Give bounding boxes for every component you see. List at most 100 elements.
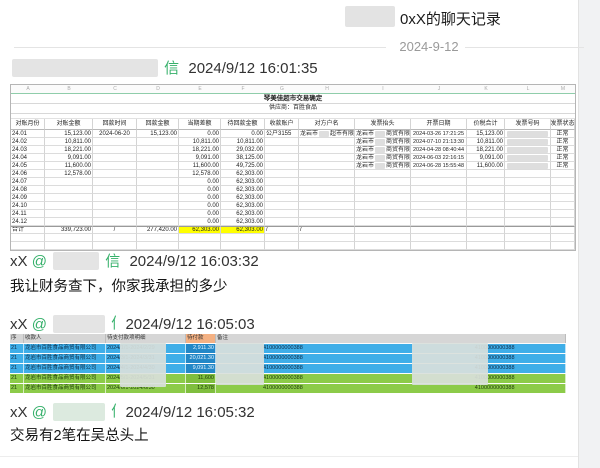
table-cell: 0.00 xyxy=(179,186,221,194)
table-cell xyxy=(299,210,355,218)
table-cell: 正常 xyxy=(551,138,575,146)
spreadsheet-screenshot-2[interactable]: 序收款人待支付款项明细待付款备注 21龙岩市百胜食品商贸有限公司2024/1/1… xyxy=(10,334,566,393)
table-cell xyxy=(411,234,467,242)
table-cell xyxy=(551,210,575,218)
redacted-sender-name xyxy=(12,59,158,77)
table-cell xyxy=(265,234,299,242)
table-cell xyxy=(505,138,551,146)
table-header-row: 序收款人待支付款项明细待付款备注 xyxy=(10,334,566,343)
message-text: 我让财务查下，你家我承担的多少 xyxy=(10,275,228,296)
table-cell: 21 xyxy=(10,354,24,363)
table-cell xyxy=(355,234,411,242)
table-cell xyxy=(299,154,355,162)
column-header: 当期差额 xyxy=(179,119,221,130)
sender-name-suffix: 信 xyxy=(105,253,120,270)
table-cell: 18,221.00 xyxy=(467,146,505,154)
table-cell xyxy=(467,210,505,218)
table-cell: 0.00 xyxy=(179,218,221,226)
table-cell xyxy=(299,178,355,186)
message-header-4: xX @ 信 2024/9/12 16:05:32 xyxy=(10,400,255,421)
column-letter: G xyxy=(265,85,299,93)
table-cell xyxy=(299,234,355,242)
message-header-3: xX @ 信 2024/9/12 16:05:03 xyxy=(10,312,255,333)
empty-row xyxy=(11,234,575,242)
table-cell xyxy=(505,170,551,178)
table-cell xyxy=(45,210,93,218)
table-cell: 24.05 xyxy=(11,162,45,170)
table-cell xyxy=(467,178,505,186)
table-row: 24.120.0062,303.00 xyxy=(11,218,575,226)
redacted-sender-name xyxy=(53,315,105,333)
table-cell xyxy=(467,202,505,210)
table-row: 24.100.0062,303.00 xyxy=(11,202,575,210)
table-cell xyxy=(411,170,467,178)
table-cell xyxy=(299,162,355,170)
table-cell: 2024-03-26 17:21:25 xyxy=(411,130,467,138)
spreadsheet-screenshot-1[interactable]: ABCDEFGHIJKLM 琴美佳超市交易确定 供应商：百胜食品 对账月份对账金… xyxy=(10,84,576,251)
table-cell xyxy=(467,242,505,250)
sender-name-suffix: 信 xyxy=(164,60,179,77)
table-cell: 49,725.00 xyxy=(221,162,265,170)
table-cell xyxy=(45,218,93,226)
table-cell: 龙岩市百胜食品商贸有限公司 xyxy=(24,384,106,393)
column-header: 备注 xyxy=(216,334,566,343)
table-cell: 龙岩市商贸有限公司 xyxy=(355,154,411,162)
column-letter: E xyxy=(179,85,221,93)
table-cell xyxy=(137,194,179,202)
table-cell xyxy=(265,154,299,162)
table-cell xyxy=(551,218,575,226)
date-divider-line-right xyxy=(462,47,584,48)
column-header: 对账月份 xyxy=(11,119,45,130)
column-header: 对方户名 xyxy=(299,119,355,130)
table-cell: 龙岩市商贸有限公司 xyxy=(355,162,411,170)
scrollbar-track[interactable] xyxy=(578,0,600,468)
table-cell: 龙岩市商贸有限公司 xyxy=(355,138,411,146)
table-cell xyxy=(411,210,467,218)
table-cell xyxy=(45,194,93,202)
table-cell xyxy=(299,146,355,154)
table-cell xyxy=(505,162,551,170)
table-cell xyxy=(299,186,355,194)
table-row: 24.0115,123.002024-06-2015,123.000.000.0… xyxy=(11,130,575,138)
message-header-2: xX @ 信 2024/9/12 16:03:32 xyxy=(10,250,259,271)
table-cell xyxy=(221,242,265,250)
table-cell: 12,578.00 xyxy=(45,170,93,178)
table-cell xyxy=(355,170,411,178)
table-cell xyxy=(299,194,355,202)
table-cell xyxy=(467,234,505,242)
table-cell: 公户3155 xyxy=(265,130,299,138)
table-cell: 62,303.00 xyxy=(221,218,265,226)
table-cell: 41000000003884100000000388 xyxy=(216,384,566,393)
table-cell: 9,091.30 xyxy=(186,364,216,373)
column-letter: B xyxy=(45,85,93,93)
table-cell xyxy=(93,162,137,170)
table-cell: 339,723.00 xyxy=(45,226,93,234)
redacted-title-name xyxy=(345,6,395,27)
table-cell: 龙岩市百胜食品商贸有限公司 xyxy=(24,344,106,353)
table-cell: 15,123.00 xyxy=(137,130,179,138)
date-divider-line-left xyxy=(14,47,386,48)
message-text: 交易有2笔在吴总头上 xyxy=(10,424,149,445)
table-cell xyxy=(93,170,137,178)
table-cell: 24.02 xyxy=(11,138,45,146)
column-letter: A xyxy=(11,85,45,93)
column-letter: L xyxy=(505,85,551,93)
table-cell xyxy=(179,242,221,250)
table-cell: 41000000003884100000000388 xyxy=(216,354,566,363)
table-cell: 21 xyxy=(10,374,24,383)
table-row: 24.0210,811.0010,811.0010,811.00龙岩市商贸有限公… xyxy=(11,138,575,146)
column-header: 价税合计 xyxy=(467,119,505,130)
table-cell: 24.01 xyxy=(11,130,45,138)
table-cell: / xyxy=(299,226,355,234)
table-cell: 12,578.00 xyxy=(179,170,221,178)
table-cell xyxy=(505,218,551,226)
table-cell xyxy=(45,202,93,210)
divider xyxy=(0,456,578,457)
table-cell xyxy=(355,178,411,186)
table-cell xyxy=(265,162,299,170)
table-cell: 15,123.00 xyxy=(45,130,93,138)
table-cell: 2024-04-28 08:40:44 xyxy=(411,146,467,154)
table-cell xyxy=(411,218,467,226)
sheet-supplier: 供应商：百胜食品 xyxy=(11,104,575,114)
table-cell xyxy=(137,218,179,226)
